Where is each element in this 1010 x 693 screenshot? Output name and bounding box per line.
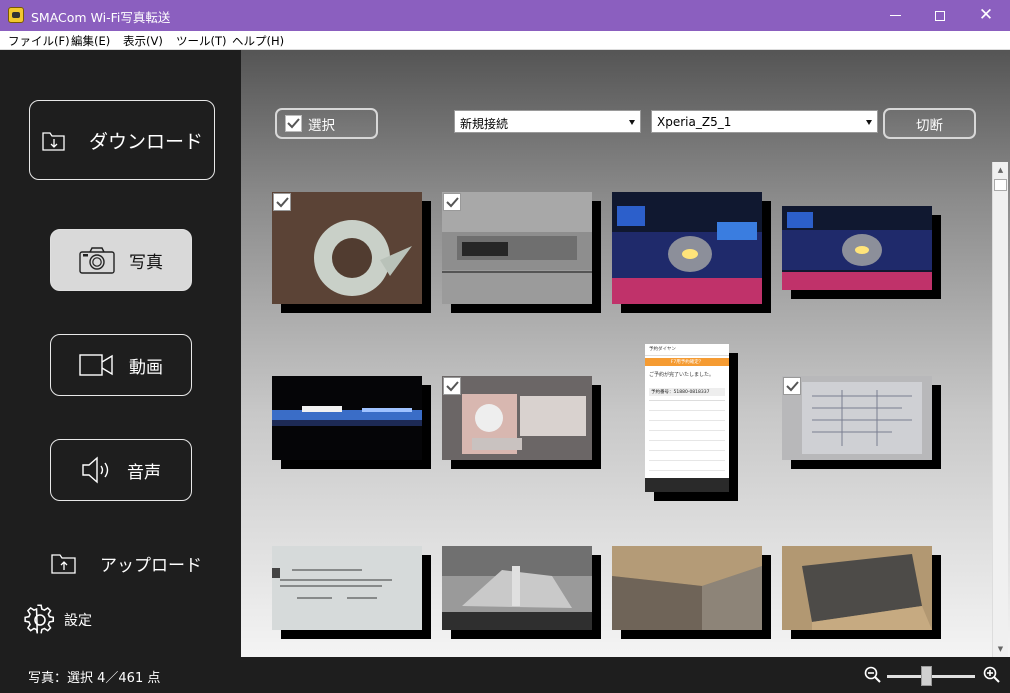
photo-image — [612, 192, 762, 304]
folder-upload-icon — [51, 554, 76, 574]
photo-thumbnail-1[interactable] — [272, 192, 422, 304]
close-button[interactable]: ✕ — [963, 0, 1009, 31]
photo-thumbnail-10[interactable] — [442, 546, 592, 630]
connection-dropdown[interactable]: 新規接続 — [454, 110, 641, 133]
folder-download-icon — [42, 132, 65, 151]
thumbnail-checkbox[interactable] — [443, 193, 461, 211]
photo-browser: 選択 新規接続 Xperia_Z5_1 切断 予約ダイヤン F7用予約確定？ ご… — [241, 50, 1010, 657]
settings-button[interactable]: 設定 — [24, 604, 92, 636]
photo-image — [442, 376, 592, 460]
photo-button[interactable]: 写真 — [50, 229, 192, 291]
speaker-icon — [82, 456, 109, 484]
maximize-icon — [935, 10, 945, 21]
zoom-out-icon[interactable] — [864, 666, 882, 684]
photo-image — [272, 192, 422, 304]
settings-label: 設定 — [64, 613, 92, 629]
audio-button[interactable]: 音声 — [50, 439, 192, 501]
photo-image — [272, 376, 422, 460]
photo-thumbnail-9[interactable] — [272, 546, 422, 630]
menu-edit[interactable]: 編集(E) — [71, 33, 110, 49]
phone-screenshot-table — [649, 400, 725, 476]
minimize-icon — [889, 15, 901, 16]
chevron-down-icon — [866, 120, 872, 125]
phone-screenshot-message: ご予約が完了いたしました。 — [649, 372, 715, 378]
connection-selected: 新規接続 — [460, 117, 509, 131]
window-title: SMACom Wi-Fi写真転送 — [31, 10, 171, 25]
chevron-down-icon — [629, 120, 635, 125]
minimize-button[interactable] — [872, 0, 918, 31]
photo-thumbnail-4[interactable] — [782, 206, 932, 290]
phone-screenshot-reservation: 予約番号：51880-0818337 — [649, 388, 725, 396]
photo-thumbnail-12[interactable] — [782, 546, 932, 630]
disconnect-button[interactable]: 切断 — [883, 108, 976, 139]
menu-help[interactable]: ヘルプ(H) — [232, 33, 284, 49]
photo-image — [442, 546, 592, 630]
checkbox-icon — [285, 115, 302, 132]
photo-image — [272, 546, 422, 630]
close-icon: ✕ — [978, 5, 994, 25]
device-selected: Xperia_Z5_1 — [657, 115, 732, 129]
camera-icon — [79, 247, 115, 274]
maximize-button[interactable] — [917, 0, 963, 31]
photo-image — [782, 546, 932, 630]
selection-count: 写真：選択 4／461 点 — [28, 671, 161, 686]
upload-label: アップロード — [100, 555, 202, 576]
thumbnail-checkbox[interactable] — [273, 193, 291, 211]
thumbnail-checkbox[interactable] — [783, 377, 801, 395]
photo-thumbnail-5[interactable] — [272, 376, 422, 460]
zoom-in-icon[interactable] — [983, 666, 1001, 684]
video-button[interactable]: 動画 — [50, 334, 192, 396]
photo-thumbnail-11[interactable] — [612, 546, 762, 630]
sidebar: ダウンロード 写真 動画 音声 アップロード 設定 — [0, 50, 241, 657]
download-label: ダウンロード — [88, 130, 203, 153]
scroll-thumb[interactable] — [994, 179, 1007, 191]
menu-view[interactable]: 表示(V) — [123, 33, 163, 49]
photo-thumbnail-2[interactable] — [442, 192, 592, 304]
menu-tools[interactable]: ツール(T) — [176, 33, 227, 49]
scroll-down-arrow-icon[interactable]: ▼ — [993, 641, 1008, 657]
photo-image — [442, 192, 592, 304]
scroll-up-arrow-icon[interactable]: ▲ — [993, 162, 1008, 178]
audio-label: 音声 — [127, 462, 161, 483]
photo-image — [782, 376, 932, 460]
photo-image — [612, 546, 762, 630]
upload-button[interactable]: アップロード — [50, 548, 210, 578]
phone-screenshot-banner: F7用予約確定？ — [645, 358, 729, 366]
zoom-slider-handle[interactable] — [921, 666, 933, 686]
menu-bar: ファイル(F) 編集(E) 表示(V) ツール(T) ヘルプ(H) — [0, 31, 1010, 50]
device-dropdown[interactable]: Xperia_Z5_1 — [651, 110, 878, 133]
download-button[interactable]: ダウンロード — [29, 100, 215, 180]
phone-screenshot-thumbnail[interactable]: 予約ダイヤン F7用予約確定？ ご予約が完了いたしました。 予約番号：51880… — [645, 344, 729, 492]
phone-screenshot-header: 予約ダイヤン — [645, 344, 729, 356]
select-all-toggle[interactable]: 選択 — [275, 108, 378, 139]
photo-thumbnail-6[interactable] — [442, 376, 592, 460]
photo-image — [782, 206, 932, 290]
title-bar: SMACom Wi-Fi写真転送 ✕ — [0, 0, 1010, 31]
photo-thumbnail-8[interactable] — [782, 376, 932, 460]
thumbnail-checkbox[interactable] — [443, 377, 461, 395]
status-bar: 写真：選択 4／461 点 — [0, 657, 1010, 693]
phone-navbar — [645, 478, 729, 492]
select-label: 選択 — [308, 117, 335, 134]
photo-thumbnail-3[interactable] — [612, 192, 762, 304]
gear-icon — [24, 604, 55, 634]
video-camera-icon — [79, 354, 113, 376]
video-label: 動画 — [129, 357, 163, 378]
photo-label: 写真 — [129, 252, 163, 273]
vertical-scrollbar[interactable]: ▲ ▼ — [992, 162, 1008, 657]
app-icon — [8, 7, 24, 23]
menu-file[interactable]: ファイル(F) — [8, 33, 70, 49]
